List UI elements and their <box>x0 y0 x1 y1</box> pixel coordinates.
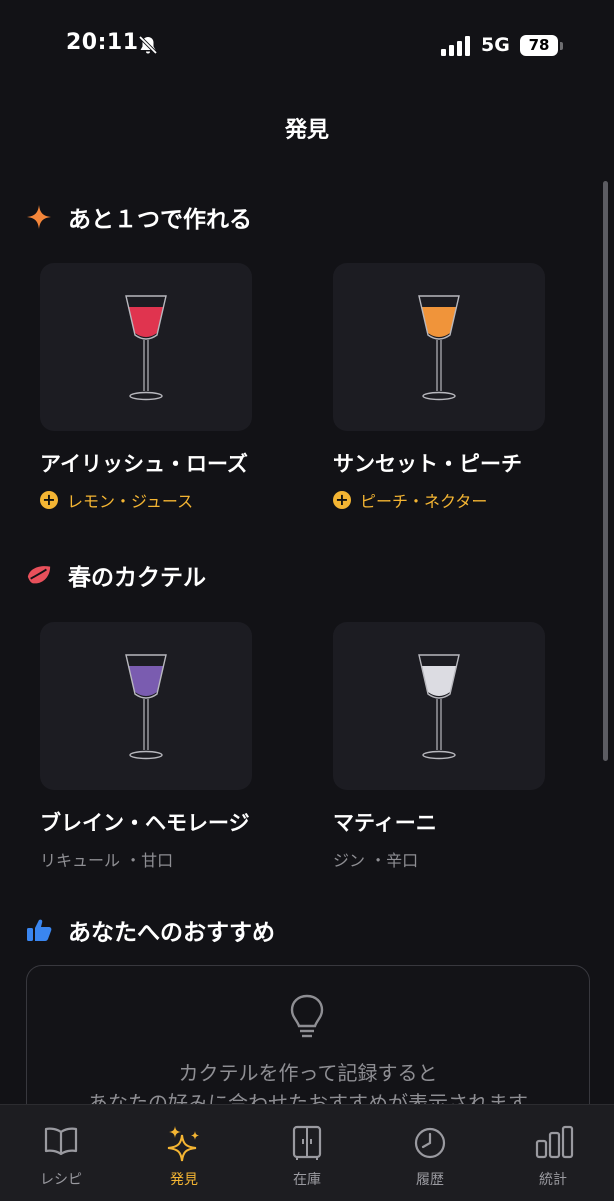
glass-liquid <box>421 666 457 696</box>
leaf-icon <box>26 562 52 588</box>
cocktail-meta: リキュール ・甘口 <box>40 851 174 870</box>
cocktail-thumbnail <box>40 263 252 431</box>
plus-circle-icon: + <box>333 491 351 509</box>
cocktail-meta: ジン ・辛口 <box>333 851 419 870</box>
tab-label: 発見 <box>170 1172 198 1188</box>
cocktail-card[interactable]: ブレイン・ヘモレージ リキュール ・甘口 <box>26 622 256 870</box>
cocktail-thumbnail <box>40 622 252 790</box>
glass-liquid <box>421 307 457 337</box>
book-icon <box>44 1127 78 1156</box>
tab-label: 履歴 <box>416 1172 444 1188</box>
cocktail-glass-icon <box>125 295 167 401</box>
tab-recipes[interactable]: レシピ <box>0 1105 122 1201</box>
section-recommend-header: あなたへのおすすめ <box>26 913 275 947</box>
section-title: あと１つで作れる <box>68 207 252 233</box>
network-type: 5G <box>481 34 510 56</box>
tab-label: 統計 <box>539 1172 567 1188</box>
battery-tip <box>560 42 563 50</box>
tab-label: レシピ <box>40 1172 82 1188</box>
cellular-signal-icon <box>441 36 470 56</box>
tab-discover[interactable]: 発見 <box>123 1105 245 1201</box>
thumbs-up-icon <box>26 917 52 943</box>
battery-icon: 78 <box>520 35 558 56</box>
cabinet-icon <box>292 1125 322 1160</box>
cocktail-card[interactable]: マティーニ ジン ・辛口 <box>319 622 549 870</box>
cocktail-name: アイリッシュ・ローズ <box>40 452 248 476</box>
sparkles-icon <box>167 1126 199 1162</box>
clock-icon <box>414 1127 446 1159</box>
empty-line-1: カクテルを作って記録すると <box>178 1061 438 1085</box>
tab-stats[interactable]: 統計 <box>492 1105 614 1201</box>
missing-ingredient[interactable]: + レモン・ジュース <box>40 488 193 512</box>
cocktail-card[interactable]: サンセット・ピーチ + ピーチ・ネクター <box>319 263 549 511</box>
missing-ingredient[interactable]: + ピーチ・ネクター <box>333 488 487 512</box>
bell-muted-icon <box>138 35 158 55</box>
tab-label: 在庫 <box>293 1172 321 1188</box>
scrollbar[interactable] <box>603 181 608 761</box>
cocktail-glass-icon <box>125 654 167 760</box>
status-time: 20:11 <box>66 30 139 55</box>
cocktail-glass-icon <box>418 295 460 401</box>
cocktail-name: マティーニ <box>333 811 437 835</box>
cocktail-card[interactable]: アイリッシュ・ローズ + レモン・ジュース <box>26 263 256 511</box>
section-spring-header: 春のカクテル <box>26 558 206 592</box>
glass-liquid <box>128 666 164 696</box>
missing-ingredient-label: ピーチ・ネクター <box>360 492 488 511</box>
cocktail-name: サンセット・ピーチ <box>333 452 522 476</box>
glass-liquid <box>128 307 164 337</box>
status-bar: 20:11 5G 78 <box>0 0 614 90</box>
plus-circle-icon: + <box>40 491 58 509</box>
page-title: 発見 <box>284 118 329 143</box>
cocktail-thumbnail <box>333 263 545 431</box>
section-title: あなたへのおすすめ <box>68 920 275 946</box>
section-title: 春のカクテル <box>68 565 206 591</box>
cocktail-glass-icon <box>418 654 460 760</box>
tab-bar: レシピ 発見 在庫 履歴 統計 <box>0 1104 614 1201</box>
lightbulb-icon <box>290 994 324 1038</box>
tab-history[interactable]: 履歴 <box>369 1105 491 1201</box>
bar-chart-icon <box>535 1125 574 1159</box>
section-almost-header: あと１つで作れる <box>26 200 252 234</box>
cocktail-name: ブレイン・ヘモレージ <box>40 811 250 835</box>
sparkle-icon <box>26 204 52 230</box>
cocktail-thumbnail <box>333 622 545 790</box>
missing-ingredient-label: レモン・ジュース <box>67 492 194 511</box>
tab-inventory[interactable]: 在庫 <box>246 1105 368 1201</box>
